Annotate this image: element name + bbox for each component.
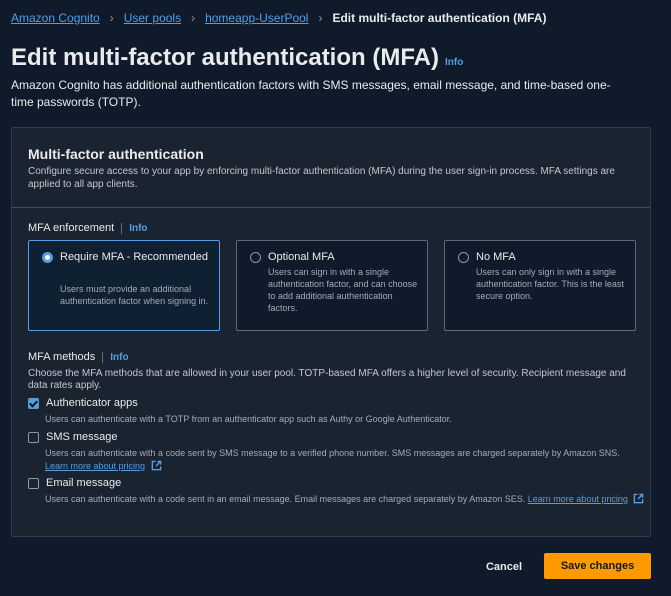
checkbox-description: Users can authenticate with a code sent … (45, 493, 645, 506)
radio-button[interactable] (458, 252, 469, 263)
radio-card-description: Users can sign in with a single authenti… (268, 267, 418, 313)
cancel-button[interactable]: Cancel (476, 557, 532, 577)
radio-card-no-mfa[interactable]: No MFA Users can only sign in with a sin… (444, 240, 636, 331)
section-title: Multi-factor authentication (28, 146, 204, 162)
breadcrumb: Amazon Cognito › User pools › homeapp-Us… (11, 11, 546, 25)
breadcrumb-current: Edit multi-factor authentication (MFA) (332, 11, 547, 25)
mfa-enforcement-label: MFA enforcement Info (28, 222, 148, 234)
page-title-text: Edit multi-factor authentication (MFA) (11, 44, 439, 71)
page-info-link[interactable]: Info (445, 57, 463, 68)
radio-card-description: Users can only sign in with a single aut… (476, 267, 624, 301)
radio-card-description: Users must provide an additional authent… (60, 284, 209, 306)
radio-card-title: Optional MFA (268, 251, 335, 263)
checkbox-label: SMS message (46, 431, 118, 443)
email-pricing-link[interactable]: Learn more about pricing (528, 494, 628, 504)
radio-card-title: No MFA (476, 251, 516, 263)
divider (121, 222, 123, 234)
mfa-enforcement-info-link[interactable]: Info (129, 223, 147, 234)
mfa-methods-label: MFA methods Info (28, 351, 129, 363)
checkbox-unchecked[interactable] (28, 477, 39, 489)
mfa-enforcement-label-text: MFA enforcement (28, 222, 115, 234)
checkbox-checked[interactable] (28, 397, 39, 409)
checkbox-sms-message[interactable]: SMS message (28, 431, 118, 443)
radio-card-require-mfa[interactable]: Require MFA - Recommended Users must pro… (28, 240, 220, 331)
checkbox-authenticator-apps[interactable]: Authenticator apps (28, 397, 138, 409)
chevron-right-icon: › (191, 11, 196, 25)
radio-button-selected[interactable] (42, 252, 53, 263)
checkbox-label: Email message (46, 477, 122, 489)
section-header: Multi-factor authentication Configure se… (12, 128, 650, 208)
external-link-icon[interactable] (151, 460, 162, 471)
mfa-methods-info-link[interactable]: Info (110, 352, 128, 363)
mfa-methods-label-text: MFA methods (28, 351, 96, 363)
save-changes-button[interactable]: Save changes (544, 553, 651, 579)
checkbox-label: Authenticator apps (46, 397, 138, 409)
chevron-right-icon: › (318, 11, 323, 25)
sms-description-text: Users can authenticate with a code sent … (45, 448, 620, 458)
mfa-methods-description: Choose the MFA methods that are allowed … (28, 368, 626, 391)
radio-button[interactable] (250, 252, 261, 263)
checkbox-description: Users can authenticate with a TOTP from … (45, 414, 452, 424)
checkbox-description: Users can authenticate with a code sent … (45, 447, 645, 473)
section-description: Configure secure access to your app by e… (28, 166, 615, 190)
chevron-right-icon: › (109, 11, 114, 25)
external-link-icon[interactable] (633, 493, 644, 504)
radio-card-optional-mfa[interactable]: Optional MFA Users can sign in with a si… (236, 240, 428, 331)
radio-card-title: Require MFA - Recommended (60, 251, 208, 263)
page-title: Edit multi-factor authentication (MFA) I… (11, 44, 463, 72)
checkbox-email-message[interactable]: Email message (28, 477, 121, 489)
mfa-container: Multi-factor authentication Configure se… (11, 127, 651, 537)
page-description: Amazon Cognito has additional authentica… (11, 78, 611, 109)
email-description-text: Users can authenticate with a code sent … (45, 494, 526, 504)
breadcrumb-user-pool[interactable]: homeapp-UserPool (205, 11, 308, 25)
breadcrumb-user-pools[interactable]: User pools (124, 11, 181, 25)
divider (102, 351, 104, 363)
sms-pricing-link[interactable]: Learn more about pricing (45, 461, 145, 471)
checkbox-unchecked[interactable] (28, 431, 39, 443)
breadcrumb-amazon-cognito[interactable]: Amazon Cognito (11, 11, 100, 25)
